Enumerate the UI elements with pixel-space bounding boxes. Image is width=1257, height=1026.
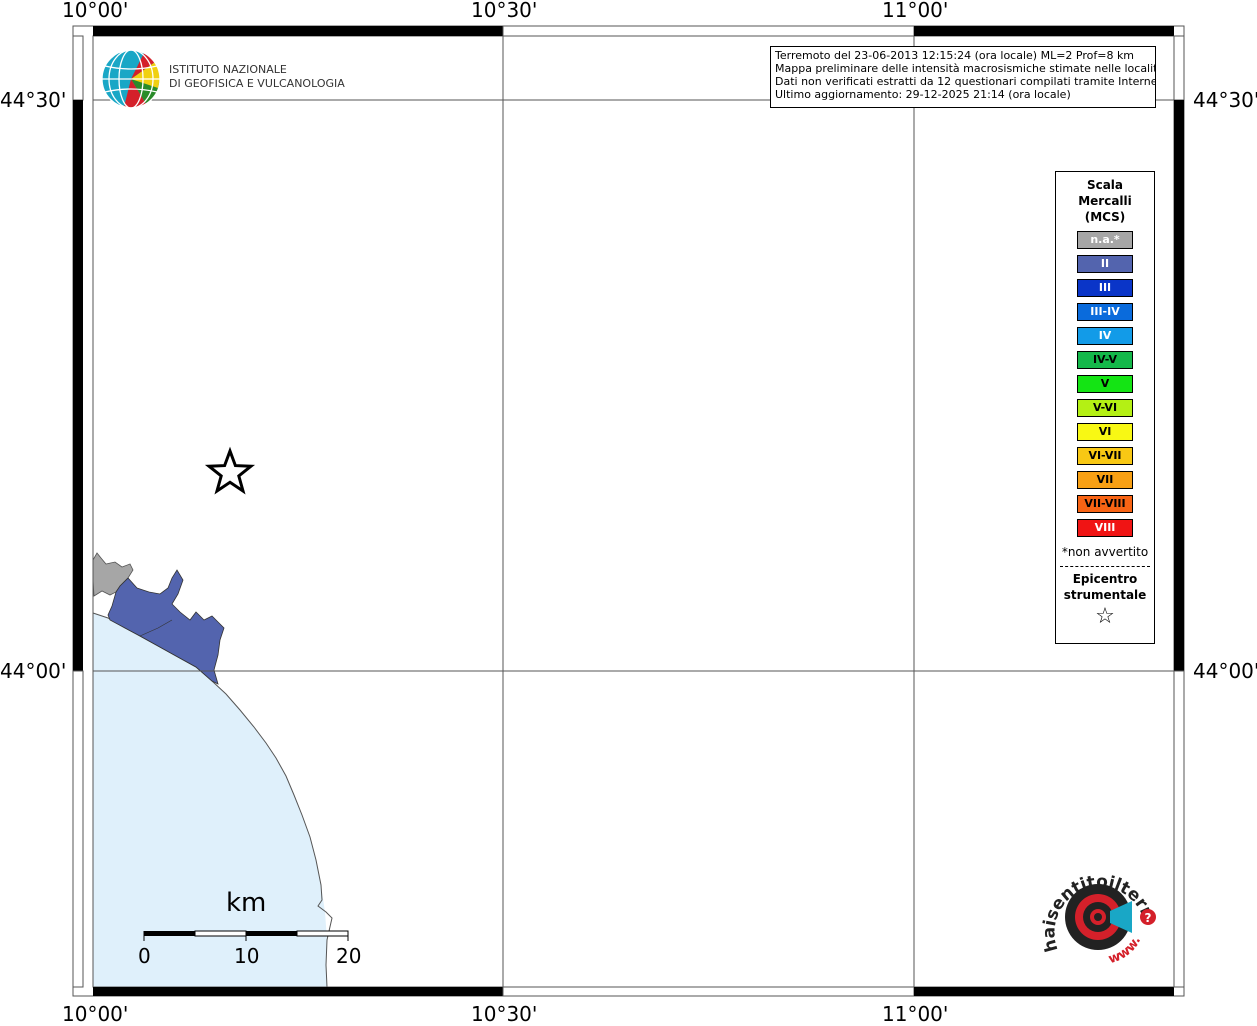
hsit-logo: haisentitoilterremoto.it www. ? [1032,855,1157,967]
legend-note: *non avvertito [1061,545,1149,559]
event-info-box: Terremoto del 23-06-2013 12:15:24 (ora l… [770,46,1156,108]
lat-label-44-30-right: 44°30' [1193,88,1257,112]
scale-unit: km [226,888,267,918]
legend-title-line3: (MCS) [1084,210,1126,224]
scale-tick-0: 0 [138,944,151,968]
hsit-question-icon: ? [1145,911,1152,925]
legend-swatch-vi-vii: VI-VII [1077,447,1133,465]
legend-epicentre-line2: strumentale [1063,588,1147,602]
legend-title: Scala Mercalli (MCS) [1056,177,1154,225]
event-info-line1: Terremoto del 23-06-2013 12:15:24 (ora l… [775,49,1135,62]
lon-label-10-00-bottom: 10°00' [62,1002,129,1026]
lat-label-44-00-left: 44°00' [0,659,67,683]
institute-name-line2: DI GEOFISICA E VULCANOLOGIA [169,77,345,90]
legend-separator [1060,566,1150,567]
event-info-line2: Mappa preliminare delle intensità macros… [775,62,1156,75]
scale-tick-20: 20 [336,944,362,968]
legend-swatch-vii-viii: VII-VIII [1077,495,1133,513]
event-info-line4: Ultimo aggiornamento: 29-12-2025 21:14 (… [775,88,1071,101]
legend-swatch-v: V [1077,375,1133,393]
legend-swatch-na: n.a.* [1077,231,1133,249]
legend-swatch-iii-iv: III-IV [1077,303,1133,321]
institute-name-line1: ISTITUTO NAZIONALE [169,63,287,76]
legend-swatch-v-vi: V-VI [1077,399,1133,417]
legend-swatch-vii: VII [1077,471,1133,489]
legend-swatches: n.a.* II III III-IV IV IV-V V V-VI VI VI… [1056,231,1154,537]
legend-star-icon: ☆ [1095,604,1115,629]
legend-swatch-iv: IV [1077,327,1133,345]
lat-label-44-30-left: 44°30' [0,88,67,112]
legend-title-line2: Mercalli [1078,194,1132,208]
scale-tick-10: 10 [234,944,260,968]
legend-title-line1: Scala [1086,178,1124,192]
intensity-legend: Scala Mercalli (MCS) n.a.* II III III-IV… [1055,171,1155,644]
lon-label-10-00-top: 10°00' [62,0,129,22]
legend-swatch-viii: VIII [1077,519,1133,537]
legend-epicentre: Epicentro strumentale [1056,571,1154,603]
legend-epicentre-line1: Epicentro [1072,572,1138,586]
lon-label-10-30-bottom: 10°30' [471,1002,538,1026]
lon-label-10-30-top: 10°30' [471,0,538,22]
legend-swatch-iv-v: IV-V [1077,351,1133,369]
legend-swatch-vi: VI [1077,423,1133,441]
legend-swatch-iii: III [1077,279,1133,297]
lat-label-44-00-right: 44°00' [1193,659,1257,683]
lon-label-11-00-top: 11°00' [882,0,949,22]
lon-label-11-00-bottom: 11°00' [882,1002,949,1026]
ingv-globe-logo [101,49,161,109]
legend-swatch-ii: II [1077,255,1133,273]
institute-name: ISTITUTO NAZIONALE DI GEOFISICA E VULCAN… [169,63,345,91]
event-info-line3: Dati non verificati estratti da 12 quest… [775,75,1156,88]
